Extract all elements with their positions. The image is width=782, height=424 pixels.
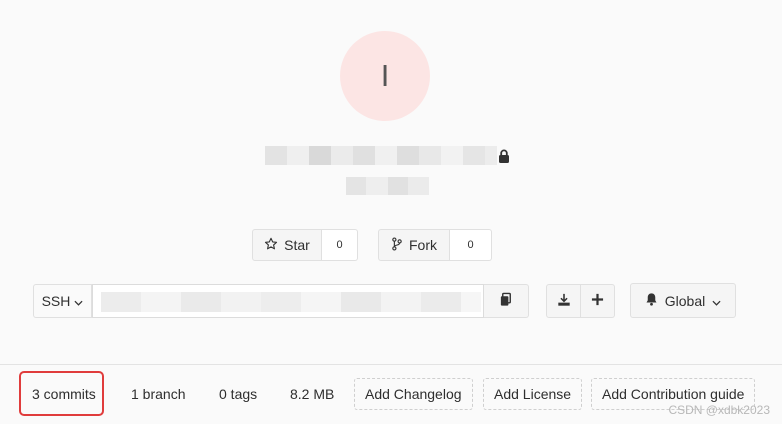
chevron-down-icon [712, 293, 721, 309]
star-label: Star [284, 237, 310, 253]
fork-label: Fork [409, 237, 437, 253]
copy-url-button[interactable] [484, 284, 529, 318]
branches-link[interactable]: 1 branch [131, 378, 185, 410]
fork-group: Fork 0 [378, 229, 492, 261]
clone-url-input[interactable] [92, 284, 484, 318]
star-icon [264, 237, 278, 254]
branches-count: 1 branch [131, 386, 186, 402]
bell-icon [645, 292, 658, 309]
notification-level: Global [664, 292, 706, 309]
commits-highlight-box [19, 371, 104, 416]
add-license-button[interactable]: Add License [483, 378, 583, 410]
star-group: Star 0 [252, 229, 358, 261]
plus-icon [591, 293, 604, 309]
repo-size-value: 8.2 MB [290, 386, 335, 402]
download-icon [557, 293, 571, 310]
repo-size: 8.2 MB [290, 378, 334, 410]
star-count[interactable]: 0 [322, 229, 358, 261]
add-changelog-button[interactable]: Add Changelog [354, 378, 473, 410]
fork-icon [391, 236, 403, 254]
lock-icon [498, 149, 510, 168]
clone-bar: SSH [33, 284, 529, 318]
clone-url-redacted [101, 292, 481, 312]
protocol-label: SSH [41, 293, 71, 309]
watermark: CSDN @xdbk2023 [668, 403, 770, 417]
project-id-redacted [346, 177, 429, 195]
protocol-dropdown[interactable]: SSH [33, 284, 92, 318]
project-stats-bar: 3 commits 1 branch 0 tags 8.2 MB Add Cha… [0, 364, 782, 424]
add-contribution-label: Add Contribution guide [602, 386, 745, 402]
copy-icon [499, 292, 514, 310]
add-button[interactable] [581, 284, 615, 318]
notification-dropdown[interactable]: Global [630, 283, 736, 318]
add-changelog-label: Add Changelog [365, 386, 462, 402]
download-button[interactable] [546, 284, 581, 318]
add-license-label: Add License [494, 386, 572, 402]
tags-count: 0 tags [219, 386, 258, 402]
tags-link[interactable]: 0 tags [219, 378, 257, 410]
fork-button[interactable]: Fork [378, 229, 450, 261]
repo-actions [546, 284, 615, 318]
chevron-down-icon [74, 293, 83, 309]
project-name-redacted [265, 146, 497, 165]
star-button[interactable]: Star [252, 229, 322, 261]
avatar-letter: I [380, 58, 390, 93]
project-avatar: I [340, 31, 430, 121]
fork-count[interactable]: 0 [450, 229, 492, 261]
